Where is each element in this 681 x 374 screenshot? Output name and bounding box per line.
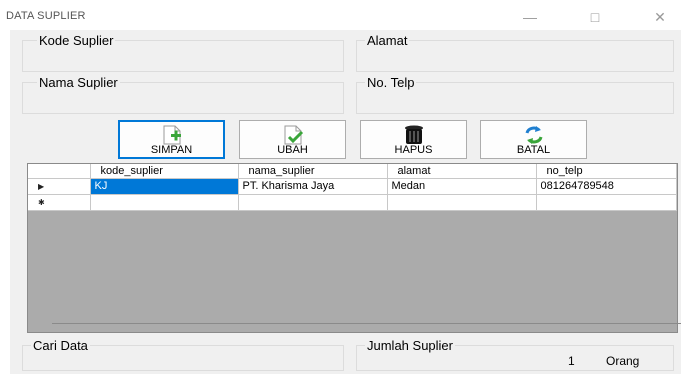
suplier-table: kode_suplier nama_suplier alamat no_telp…	[28, 164, 677, 211]
window-title: DATA SUPLIER	[6, 10, 86, 22]
row-header-corner	[28, 164, 91, 179]
table-row[interactable]: ▶ KJ PT. Kharisma Jaya Medan 08126478954…	[28, 178, 677, 195]
jumlah-count: 1	[568, 354, 575, 368]
batal-label: BATAL	[516, 144, 551, 156]
horizontal-scrollbar[interactable]	[52, 323, 681, 324]
jumlah-unit: Orang	[606, 354, 640, 368]
cell-alamat[interactable]	[387, 194, 537, 211]
cell-kode-suplier[interactable]	[90, 194, 239, 211]
kode-suplier-group[interactable]: Kode Suplier	[22, 33, 344, 72]
maximize-button[interactable]: □	[575, 6, 615, 28]
trash-bin-icon	[404, 125, 423, 144]
save-document-icon	[163, 125, 181, 145]
close-button[interactable]: ✕	[640, 6, 680, 28]
cari-data-label: Cari Data	[31, 338, 90, 353]
cell-no-telp[interactable]: 081264789548	[536, 178, 677, 195]
kode-suplier-label: Kode Suplier	[37, 33, 116, 48]
cell-alamat[interactable]: Medan	[387, 178, 537, 195]
simpan-button[interactable]: SIMPAN	[118, 120, 225, 159]
suplier-data-grid[interactable]: kode_suplier nama_suplier alamat no_telp…	[27, 163, 678, 333]
cell-nama-suplier[interactable]: PT. Kharisma Jaya	[238, 178, 388, 195]
hapus-button[interactable]: HAPUS	[360, 120, 467, 159]
simpan-label: SIMPAN	[150, 144, 193, 156]
minimize-button[interactable]: —	[510, 6, 550, 28]
column-header-nama-suplier[interactable]: nama_suplier	[238, 164, 388, 179]
cell-nama-suplier[interactable]	[238, 194, 388, 211]
hapus-label: HAPUS	[394, 144, 433, 156]
batal-button[interactable]: BATAL	[480, 120, 587, 159]
cari-data-group[interactable]: Cari Data	[22, 338, 344, 371]
no-telp-group[interactable]: No. Telp	[356, 75, 674, 114]
title-bar: DATA SUPLIER — □ ✕	[0, 0, 681, 30]
alamat-label: Alamat	[365, 33, 410, 48]
current-row-indicator-icon[interactable]: ▶	[28, 178, 91, 195]
no-telp-label: No. Telp	[365, 75, 417, 90]
column-header-kode-suplier[interactable]: kode_suplier	[90, 164, 239, 179]
nama-suplier-group[interactable]: Nama Suplier	[22, 75, 344, 114]
cell-kode-suplier[interactable]: KJ	[90, 178, 239, 195]
grid-header-row: kode_suplier nama_suplier alamat no_telp	[28, 164, 677, 179]
refresh-arrows-icon	[525, 126, 542, 144]
ubah-label: UBAH	[277, 144, 308, 156]
cell-no-telp[interactable]	[536, 194, 677, 211]
jumlah-suplier-label: Jumlah Suplier	[365, 338, 455, 353]
column-header-alamat[interactable]: alamat	[387, 164, 537, 179]
new-row[interactable]: ✱	[28, 194, 677, 211]
nama-suplier-label: Nama Suplier	[37, 75, 120, 90]
new-row-indicator-icon[interactable]: ✱	[28, 194, 91, 211]
alamat-group[interactable]: Alamat	[356, 33, 674, 72]
column-header-no-telp[interactable]: no_telp	[536, 164, 677, 179]
edit-document-icon	[284, 125, 303, 145]
ubah-button[interactable]: UBAH	[239, 120, 346, 159]
